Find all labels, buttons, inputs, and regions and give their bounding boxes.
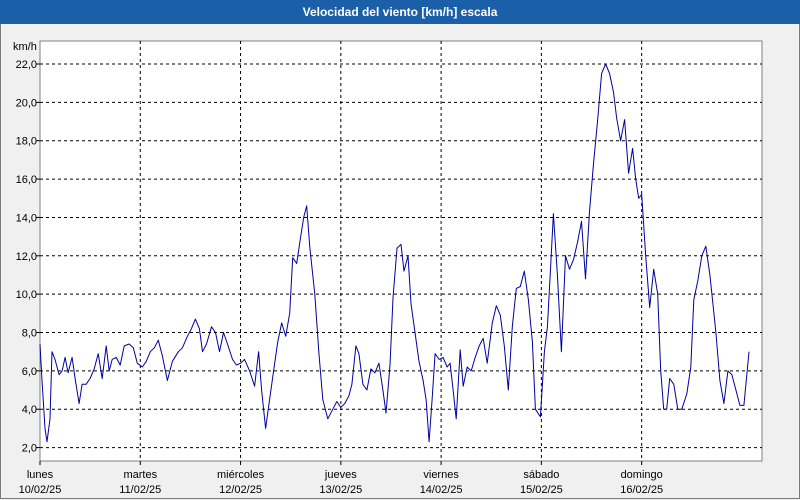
x-axis-ticks: lunes 10/02/25 martes 11/02/25 miércoles 12/0… <box>19 461 663 496</box>
y-tick-label: 2,0 <box>22 443 37 455</box>
x-tick-day-label: sábado <box>523 469 559 481</box>
y-axis-unit-label: km/h <box>13 41 37 53</box>
y-tick-label: 10,0 <box>16 289 37 301</box>
chart-title-bar: Velocidad del viento [km/h] escala <box>0 0 800 24</box>
y-tick-label: 14,0 <box>16 212 37 224</box>
y-tick-label: 20,0 <box>16 97 37 109</box>
chart-title: Velocidad del viento [km/h] escala <box>302 5 498 19</box>
x-tick-day-label: domingo <box>621 469 663 481</box>
wind-speed-chart: km/h 2,0 4,0 6,0 8,0 10,0 12,0 14,0 16,0 18,0 20,… <box>13 40 763 496</box>
x-tick-day-label: martes <box>123 469 157 481</box>
x-tick-day-label: miércoles <box>217 469 265 481</box>
y-tick-label: 6,0 <box>22 366 37 378</box>
y-tick-label: 8,0 <box>22 328 37 340</box>
x-tick-day-label: lunes <box>27 469 54 481</box>
y-tick-label: 18,0 <box>16 136 37 148</box>
x-tick-date-label: 14/02/25 <box>420 484 463 496</box>
x-tick-date-label: 13/02/25 <box>319 484 362 496</box>
x-tick-date-label: 10/02/25 <box>19 484 62 496</box>
x-tick-date-label: 16/02/25 <box>620 484 663 496</box>
x-tick-day-label: viernes <box>423 469 459 481</box>
y-tick-label: 22,0 <box>16 59 37 71</box>
y-tick-label: 12,0 <box>16 251 37 263</box>
x-tick-day-label: jueves <box>324 469 357 481</box>
x-tick-date-label: 12/02/25 <box>219 484 262 496</box>
y-tick-label: 16,0 <box>16 174 37 186</box>
x-tick-date-label: 11/02/25 <box>119 484 161 496</box>
y-tick-label: 4,0 <box>22 404 37 416</box>
y-axis-ticks: 2,0 4,0 6,0 8,0 10,0 12,0 14,0 16,0 18,0 20,0 22,0 <box>16 59 40 455</box>
x-tick-date-label: 15/02/25 <box>520 484 563 496</box>
plot-area <box>39 40 763 462</box>
